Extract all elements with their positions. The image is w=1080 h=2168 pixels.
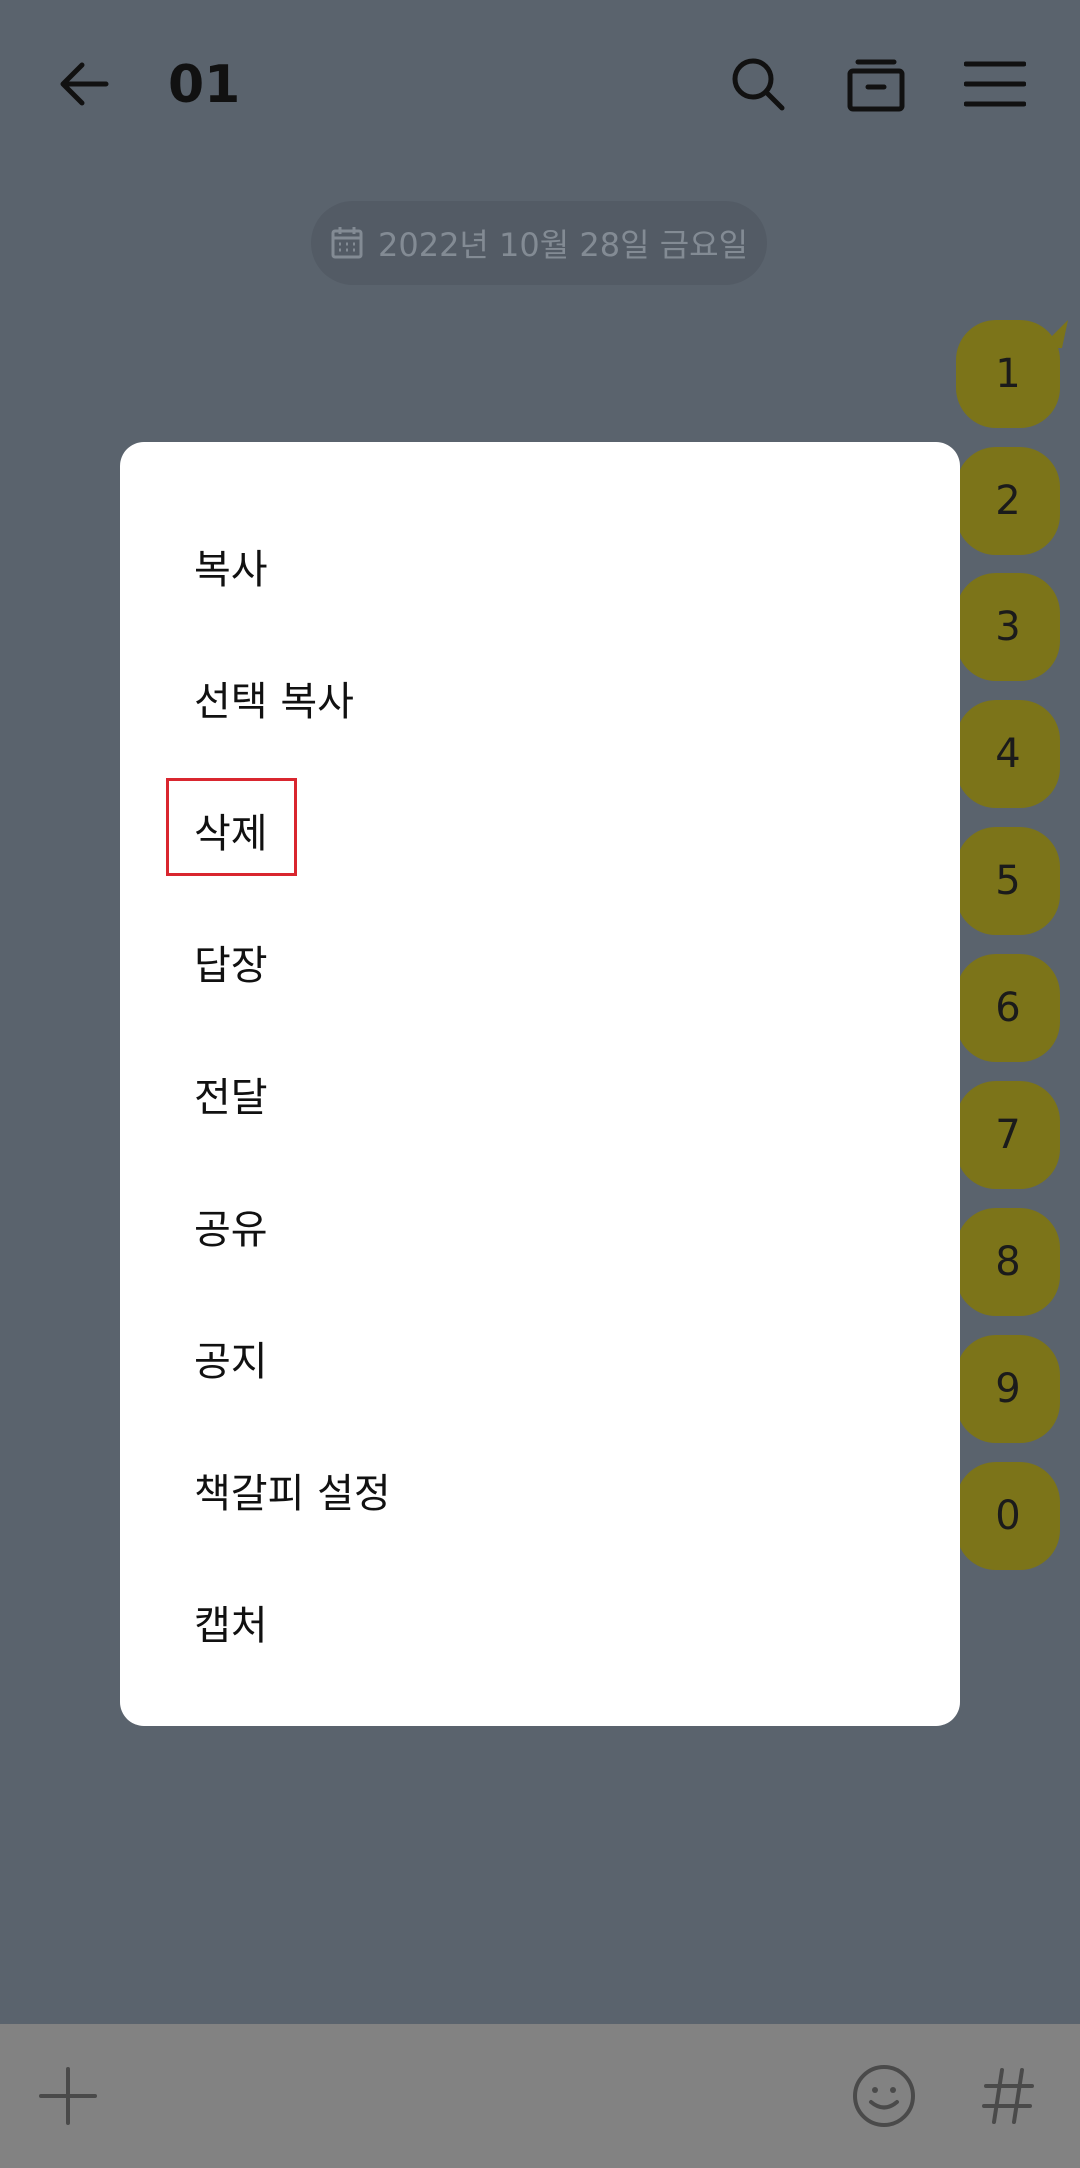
date-divider: 2022년 10월 28일 금요일 [311, 201, 767, 285]
menu-item-forward[interactable]: 전달 [120, 1028, 960, 1160]
back-button[interactable] [44, 44, 124, 124]
message-bubble[interactable]: 8 [956, 1208, 1060, 1316]
top-bar: 01 [0, 0, 1080, 170]
menu-button[interactable] [955, 44, 1035, 124]
menu-item-select-copy[interactable]: 선택 복사 [120, 632, 960, 764]
menu-item-capture[interactable]: 캡처 [120, 1556, 960, 1688]
hash-icon [982, 2068, 1034, 2124]
menu-item-bookmark[interactable]: 책갈피 설정 [120, 1424, 960, 1556]
message-bubble[interactable]: 7 [956, 1081, 1060, 1189]
emoji-icon [853, 2065, 915, 2127]
message-bubble[interactable]: 9 [956, 1335, 1060, 1443]
message-context-menu: 복사 선택 복사 삭제 답장 전달 공유 공지 책갈피 설정 캡처 [120, 442, 960, 1726]
search-button[interactable] [718, 44, 798, 124]
hash-button[interactable] [968, 2056, 1048, 2136]
message-bubble[interactable]: 6 [956, 954, 1060, 1062]
chat-title: 01 [168, 55, 241, 115]
search-icon [732, 58, 785, 111]
message-bubble[interactable]: 4 [956, 700, 1060, 808]
add-button[interactable] [28, 2056, 108, 2136]
back-arrow-icon [60, 62, 109, 106]
menu-item-share[interactable]: 공유 [120, 1160, 960, 1292]
menu-item-copy[interactable]: 복사 [120, 500, 960, 632]
message-bubble[interactable]: 0 [956, 1462, 1060, 1570]
plus-icon [39, 2067, 97, 2125]
calendar-icon [331, 227, 363, 259]
highlight-box [166, 778, 297, 876]
menu-item-reply[interactable]: 답장 [120, 896, 960, 1028]
message-bubble[interactable]: 1 [956, 320, 1060, 428]
hamburger-menu-icon [964, 61, 1026, 107]
drawer-button[interactable] [836, 44, 916, 124]
message-bubble[interactable]: 3 [956, 573, 1060, 681]
date-text: 2022년 10월 28일 금요일 [377, 226, 749, 264]
drawer-icon [847, 59, 905, 112]
message-bubble[interactable]: 2 [956, 447, 1060, 555]
bottom-input-bar [0, 2024, 1080, 2168]
message-bubble[interactable]: 5 [956, 827, 1060, 935]
menu-item-notice[interactable]: 공지 [120, 1292, 960, 1424]
emoji-button[interactable] [844, 2056, 924, 2136]
